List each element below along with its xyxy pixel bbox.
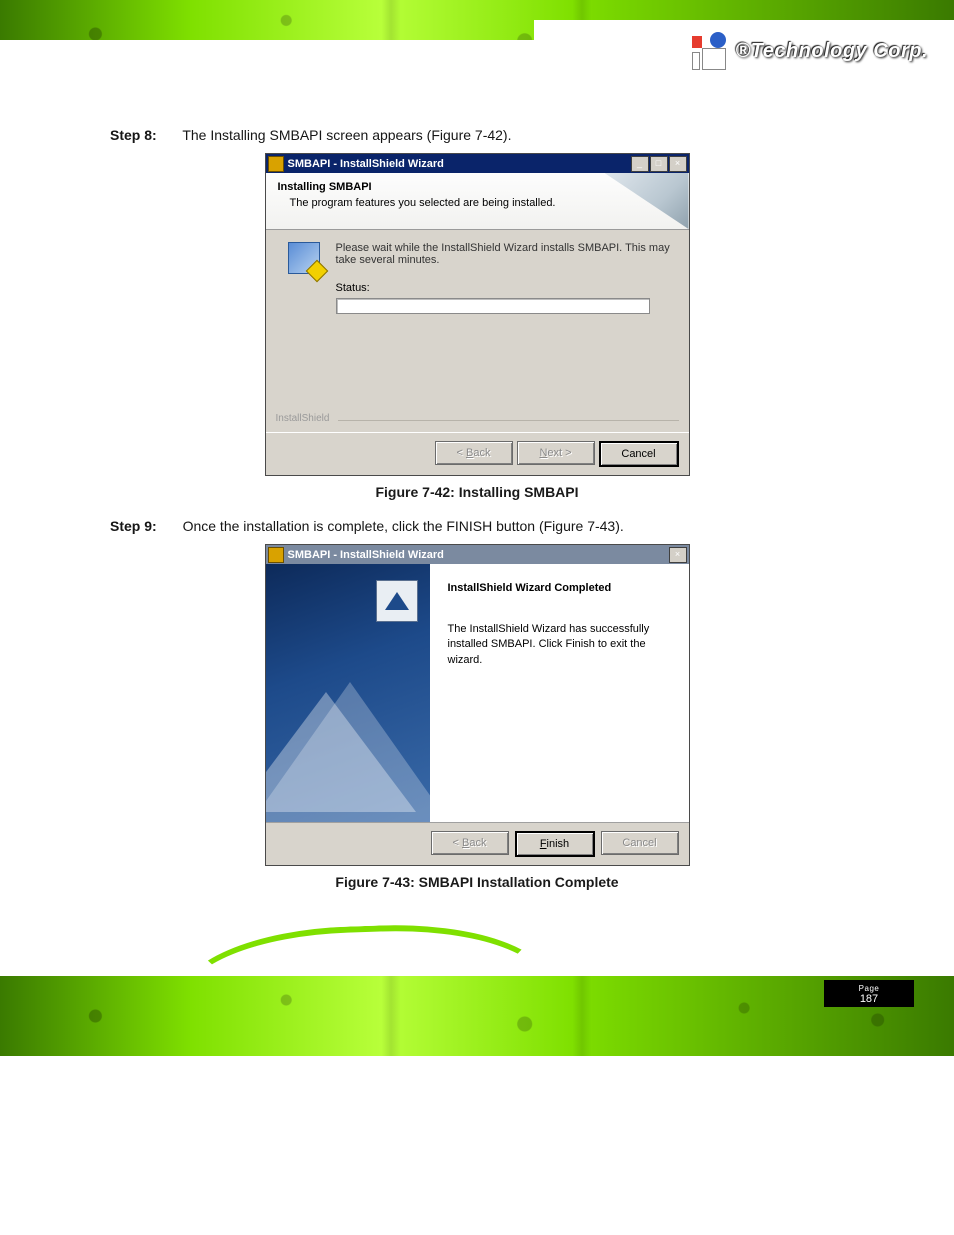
brand-text: ®Technology Corp. <box>736 40 929 63</box>
titlebar-1-title: SMBAPI - InstallShield Wizard <box>288 158 631 170</box>
page-number-box: Page 187 <box>824 970 914 1011</box>
window-controls: _ □ × <box>631 156 687 172</box>
wizard-header-title: Installing SMBAPI <box>278 181 677 193</box>
minimize-button[interactable]: _ <box>631 156 649 172</box>
step-9: Step 9: Once the installation is complet… <box>110 518 904 534</box>
titlebar-2: SMBAPI - InstallShield Wizard × <box>266 545 689 564</box>
cancel-button: Cancel <box>601 831 679 855</box>
installer-icon <box>268 156 284 172</box>
shield-icon <box>376 580 418 622</box>
installshield-window-completed: SMBAPI - InstallShield Wizard × InstallS… <box>265 544 690 866</box>
installshield-window-installing: SMBAPI - InstallShield Wizard _ □ × Inst… <box>265 153 690 476</box>
step-8-text: The Installing SMBAPI screen appears (Fi… <box>182 127 511 143</box>
progress-bar <box>336 298 650 314</box>
step-8-no: Step 8: <box>110 127 157 143</box>
close-button[interactable]: × <box>669 156 687 172</box>
install-wait-text: Please wait while the InstallShield Wiza… <box>336 242 673 266</box>
figure-7-43-caption: Figure 7-43: SMBAPI Installation Complet… <box>50 874 904 890</box>
next-button: Next > <box>517 441 595 465</box>
maximize-button[interactable]: □ <box>650 156 668 172</box>
titlebar-2-title: SMBAPI - InstallShield Wizard <box>288 549 669 561</box>
wizard-header-sub: The program features you selected are be… <box>290 197 677 209</box>
back-button: < Back <box>431 831 509 855</box>
page-number: 187 <box>860 993 878 1005</box>
wizard-body-completed: InstallShield Wizard Completed The Insta… <box>266 564 689 822</box>
completed-title: InstallShield Wizard Completed <box>448 582 673 594</box>
button-bar-1: < Back Next > Cancel <box>266 432 689 475</box>
page-label: Page <box>832 984 906 993</box>
step-9-text: Once the installation is complete, click… <box>183 518 624 534</box>
wizard-body: Please wait while the InstallShield Wiza… <box>266 230 689 432</box>
completed-text: The InstallShield Wizard has successfull… <box>448 622 673 668</box>
installer-icon <box>268 547 284 563</box>
completed-panel: InstallShield Wizard Completed The Insta… <box>430 564 689 822</box>
back-button: < Back <box>435 441 513 465</box>
wizard-header: Installing SMBAPI The program features y… <box>266 173 689 230</box>
page-header: ®Technology Corp. <box>0 0 954 96</box>
installshield-brand: InstallShield <box>276 413 679 424</box>
window-controls: × <box>669 547 687 563</box>
page-content: Step 8: The Installing SMBAPI screen app… <box>0 119 954 890</box>
figure-7-42-wrap: SMBAPI - InstallShield Wizard _ □ × Inst… <box>50 153 904 476</box>
figure-7-42-caption: Figure 7-42: Installing SMBAPI <box>50 484 904 500</box>
figure-7-43-wrap: SMBAPI - InstallShield Wizard × InstallS… <box>50 544 904 866</box>
wizard-side-graphic <box>266 564 430 822</box>
install-progress-icon <box>288 242 320 274</box>
page-footer: Page 187 <box>0 976 954 1056</box>
cancel-button[interactable]: Cancel <box>599 441 679 467</box>
step-9-no: Step 9: <box>110 518 157 534</box>
status-label: Status: <box>336 282 673 294</box>
iei-logo-icon <box>692 32 730 70</box>
titlebar-1: SMBAPI - InstallShield Wizard _ □ × <box>266 154 689 173</box>
close-button[interactable]: × <box>669 547 687 563</box>
step-8: Step 8: The Installing SMBAPI screen app… <box>110 127 904 143</box>
brand-logo-area: ®Technology Corp. <box>692 32 929 70</box>
finish-button[interactable]: Finish <box>515 831 595 857</box>
pcb-band-bottom <box>0 976 954 1056</box>
button-bar-2: < Back Finish Cancel <box>266 822 689 865</box>
